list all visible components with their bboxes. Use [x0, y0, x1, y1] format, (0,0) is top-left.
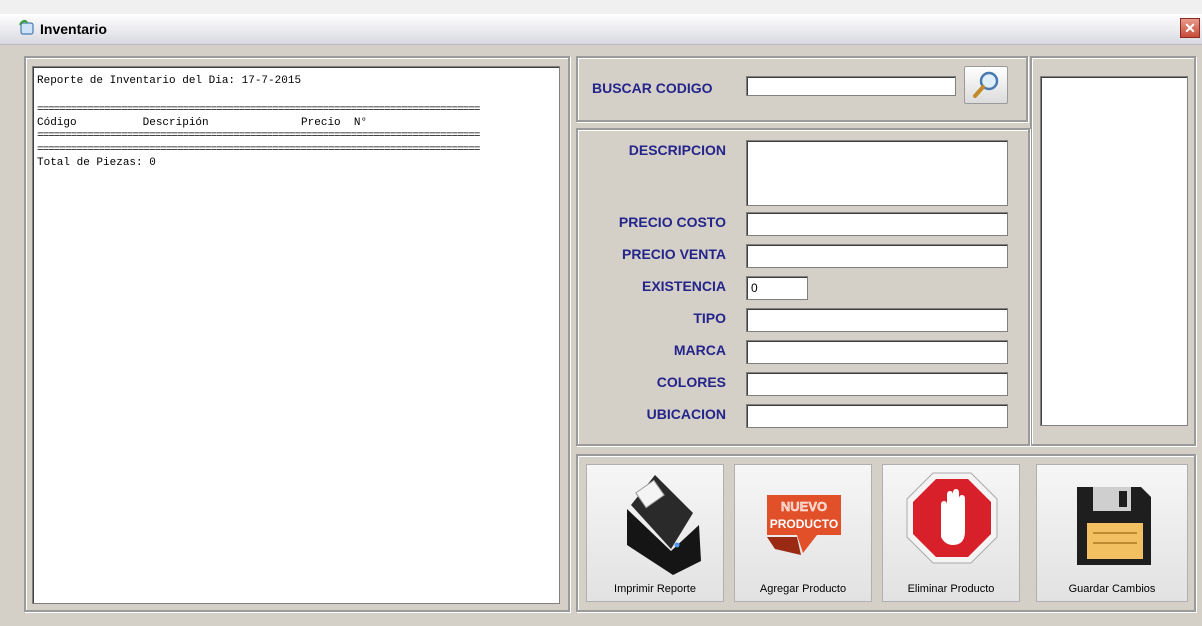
- print-report-button[interactable]: Imprimir Reporte: [586, 464, 724, 602]
- save-changes-button[interactable]: Guardar Cambios: [1036, 464, 1188, 602]
- floppy-disk-icon: [1077, 487, 1151, 565]
- search-label: BUSCAR CODIGO: [592, 80, 713, 96]
- report-separator: ========================================…: [37, 105, 481, 115]
- magnifier-icon: [973, 71, 999, 98]
- new-product-badge-icon: NUEVO PRODUCTO: [767, 495, 841, 555]
- marca-label: MARCA: [673, 342, 726, 358]
- colores-input[interactable]: [746, 372, 1008, 396]
- precio-costo-label: PRECIO COSTO: [618, 214, 726, 230]
- window-title: Inventario: [40, 21, 107, 37]
- close-icon: ✕: [1184, 20, 1196, 36]
- precio-venta-label: PRECIO VENTA: [622, 246, 726, 262]
- tipo-input[interactable]: [746, 308, 1008, 332]
- search-code-input[interactable]: [746, 76, 956, 96]
- report-title-line: Reporte de Inventario del Dia: 17-7-2015: [37, 75, 302, 87]
- close-button[interactable]: ✕: [1180, 18, 1200, 38]
- top-strip: [0, 0, 1202, 14]
- precio-venta-input[interactable]: [746, 244, 1008, 268]
- marca-input[interactable]: [746, 340, 1008, 364]
- existencia-label: EXISTENCIA: [641, 278, 726, 294]
- report-header-line: Código Descripión Precio N°: [37, 117, 368, 129]
- report-text-area[interactable]: Reporte de Inventario del Dia: 17-7-2015…: [32, 66, 560, 604]
- descripcion-label: DESCRIPCION: [628, 142, 726, 158]
- precio-costo-input[interactable]: [746, 212, 1008, 236]
- save-changes-label: Guardar Cambios: [1068, 583, 1156, 595]
- new-badge-bottom-text: PRODUCTO: [770, 517, 838, 531]
- report-separator: ========================================…: [37, 131, 481, 141]
- report-separator: ========================================…: [37, 145, 481, 155]
- inventario-window: Inventario ✕ Reporte de Inventario del D…: [0, 0, 1202, 626]
- stop-hand-icon: [906, 472, 998, 564]
- title-bar[interactable]: Inventario: [0, 14, 1202, 45]
- print-report-label: Imprimir Reporte: [614, 583, 696, 595]
- ubicacion-label: UBICACION: [646, 406, 726, 422]
- tipo-label: TIPO: [693, 310, 726, 326]
- window-app-icon: [19, 19, 34, 35]
- colores-label: COLORES: [656, 374, 726, 390]
- receipt-printer-icon: [627, 475, 701, 575]
- add-product-label: Agregar Producto: [759, 583, 847, 595]
- delete-product-label: Eliminar Producto: [907, 583, 995, 595]
- search-button[interactable]: [964, 66, 1008, 104]
- ubicacion-input[interactable]: [746, 404, 1008, 428]
- new-badge-top-text: NUEVO: [781, 499, 827, 514]
- descripcion-input[interactable]: [746, 140, 1008, 206]
- existencia-input[interactable]: [746, 276, 808, 300]
- add-product-button[interactable]: NUEVO PRODUCTO Agregar Producto: [734, 464, 872, 602]
- report-blank-line: [37, 89, 555, 105]
- side-list-box[interactable]: [1040, 76, 1188, 426]
- delete-product-button[interactable]: Eliminar Producto: [882, 464, 1020, 602]
- report-total-line: Total de Piezas: 0: [37, 157, 156, 169]
